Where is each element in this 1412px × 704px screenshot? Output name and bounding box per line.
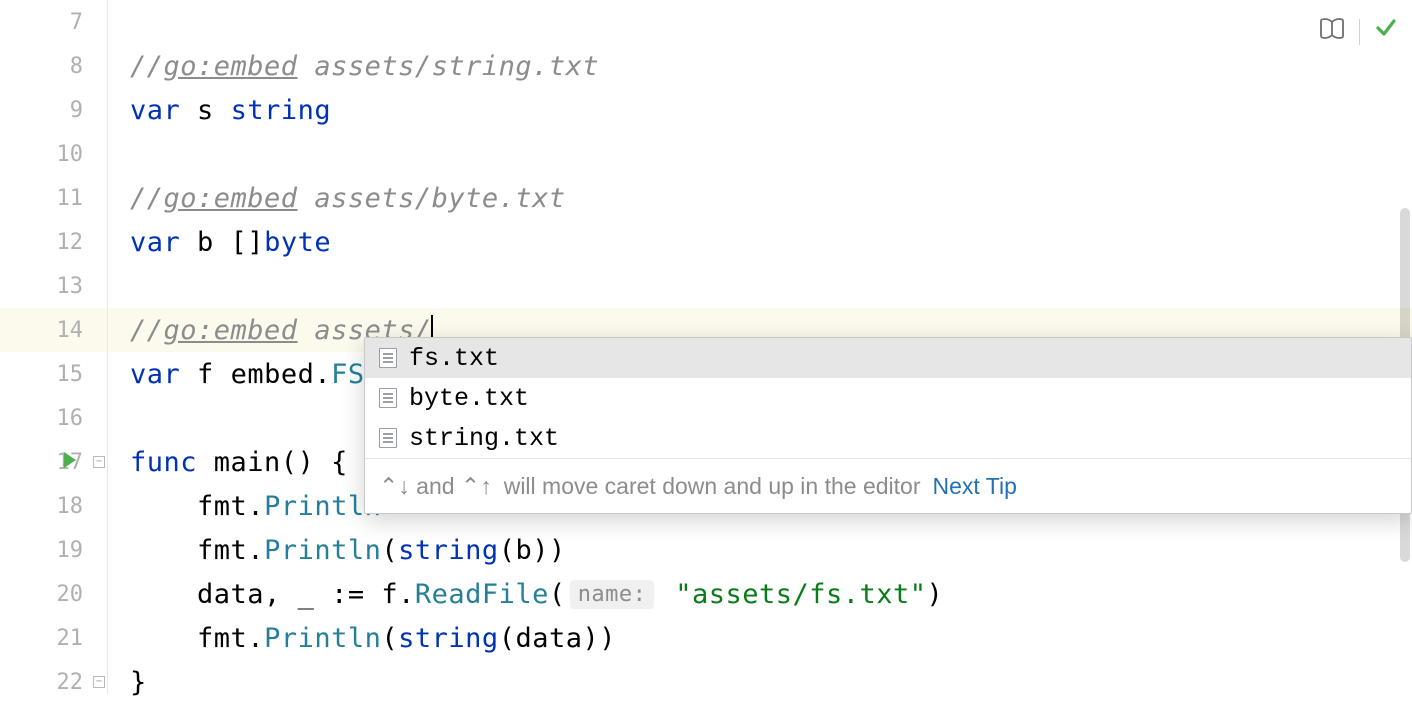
- gutter-line: 13: [0, 264, 107, 308]
- completion-item-label: fs.txt: [409, 344, 499, 373]
- file-icon: [379, 428, 397, 448]
- inspection-ok-icon[interactable]: [1374, 16, 1398, 47]
- fold-icon[interactable]: −: [93, 456, 105, 468]
- gutter-line: 15: [0, 352, 107, 396]
- gutter-line: 16: [0, 396, 107, 440]
- hint-text: will move caret down and up in the edito…: [504, 473, 921, 500]
- editor-toolbar: [1319, 16, 1398, 47]
- gutter-line: 11: [0, 176, 107, 220]
- gutter-line: 14: [0, 308, 107, 352]
- code-line[interactable]: //go:embed assets/byte.txt: [108, 176, 1412, 220]
- gutter-line: 17−: [0, 440, 107, 484]
- code-line[interactable]: data, _ := f.ReadFile(name: "assets/fs.t…: [108, 572, 1412, 616]
- code-line[interactable]: [108, 0, 1412, 44]
- completion-footer: ⌃↓ and ⌃↑ will move caret down and up in…: [365, 458, 1411, 513]
- reader-mode-icon[interactable]: [1319, 17, 1345, 47]
- gutter-line: 9: [0, 88, 107, 132]
- hint-keys: ⌃↓ and ⌃↑: [379, 473, 492, 500]
- parameter-hint: name:: [570, 580, 655, 609]
- completion-item[interactable]: fs.txt: [365, 338, 1411, 378]
- gutter: 7891011121314151617−1819202122−: [0, 0, 108, 694]
- gutter-line: 22−: [0, 660, 107, 704]
- code-line[interactable]: }: [108, 660, 1412, 704]
- code-line[interactable]: fmt.Println(string(data)): [108, 616, 1412, 660]
- fold-icon[interactable]: −: [93, 676, 105, 688]
- code-line[interactable]: fmt.Println(string(b)): [108, 528, 1412, 572]
- code-line[interactable]: var b []byte: [108, 220, 1412, 264]
- run-gutter-icon[interactable]: [62, 450, 78, 474]
- gutter-line: 20: [0, 572, 107, 616]
- gutter-line: 7: [0, 0, 107, 44]
- gutter-line: 12: [0, 220, 107, 264]
- completion-item[interactable]: byte.txt: [365, 378, 1411, 418]
- code-line[interactable]: var s string: [108, 88, 1412, 132]
- completion-item[interactable]: string.txt: [365, 418, 1411, 458]
- gutter-line: 21: [0, 616, 107, 660]
- code-line[interactable]: //go:embed assets/string.txt: [108, 44, 1412, 88]
- next-tip-link[interactable]: Next Tip: [933, 473, 1017, 500]
- code-line[interactable]: [108, 132, 1412, 176]
- completion-popup[interactable]: fs.txt byte.txt string.txt ⌃↓ and ⌃↑ will …: [364, 337, 1412, 514]
- file-icon: [379, 388, 397, 408]
- gutter-line: 8: [0, 44, 107, 88]
- code-line[interactable]: [108, 264, 1412, 308]
- gutter-line: 18: [0, 484, 107, 528]
- toolbar-separator: [1359, 19, 1360, 45]
- gutter-line: 10: [0, 132, 107, 176]
- completion-item-label: byte.txt: [409, 384, 529, 413]
- completion-item-label: string.txt: [409, 424, 559, 453]
- gutter-line: 19: [0, 528, 107, 572]
- file-icon: [379, 348, 397, 368]
